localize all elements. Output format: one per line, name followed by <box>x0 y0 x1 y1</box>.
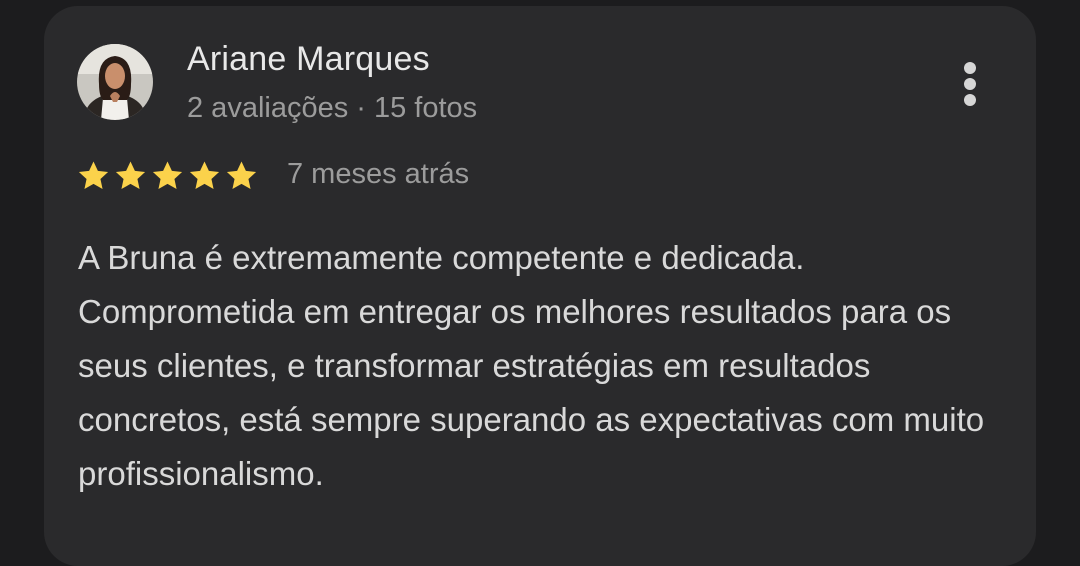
star-icon <box>189 161 220 190</box>
review-text: A Bruna é extremamente competente e dedi… <box>78 239 985 492</box>
star-icon <box>226 161 257 190</box>
author-name[interactable]: Ariane Marques <box>187 40 430 79</box>
avatar-image <box>77 44 153 120</box>
review-time: 7 meses atrás <box>287 158 470 190</box>
review-card: Ariane Marques 2 avaliações · 15 fotos 7… <box>44 6 1036 566</box>
star-rating <box>76 159 259 193</box>
author-stats: 2 avaliações · 15 fotos <box>187 92 478 124</box>
star-icon <box>115 161 146 190</box>
avatar[interactable] <box>77 44 153 120</box>
more-vert-icon[interactable] <box>950 54 990 114</box>
star-icon <box>78 161 109 190</box>
star-icon <box>152 161 183 190</box>
